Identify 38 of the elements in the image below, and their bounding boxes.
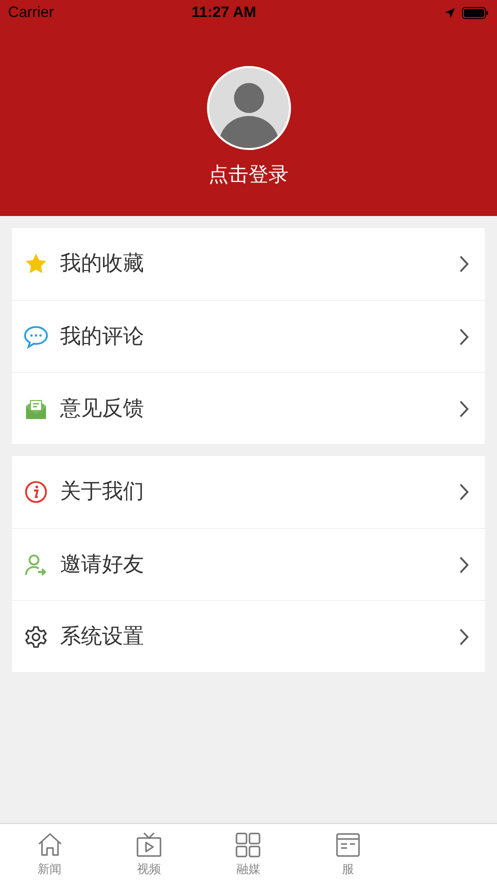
chevron-right-icon: [459, 400, 469, 418]
settings-icon: [24, 624, 48, 648]
chevron-right-icon: [459, 328, 469, 346]
status-time: 11:27 AM: [192, 2, 256, 23]
info-icon: [24, 480, 48, 504]
star-icon: [24, 252, 48, 276]
login-button[interactable]: 点击登录: [208, 160, 288, 190]
chevron-right-icon: [459, 483, 469, 501]
tab-item[interactable]: 新闻: [0, 824, 100, 883]
tab-item[interactable]: 视频: [99, 824, 199, 883]
tab-item[interactable]: 服: [298, 824, 398, 883]
chevron-right-icon: [459, 556, 469, 574]
grid-icon: [235, 832, 262, 858]
speech-bubble-icon: [23, 324, 49, 348]
menu-item[interactable]: 我的评论: [12, 300, 485, 372]
envelope-icon: [25, 398, 47, 420]
menu-item[interactable]: 邀请好友: [12, 528, 485, 600]
carrier-label: Carrier: [8, 2, 54, 23]
menu-item[interactable]: 意见反馈: [12, 372, 485, 444]
menu-item-label: 关于我们: [60, 479, 145, 506]
menu-item[interactable]: 我的收藏: [12, 228, 485, 300]
menu-item[interactable]: 关于我们: [12, 456, 485, 528]
location-icon: [444, 7, 456, 19]
tv-play-icon: [136, 832, 162, 858]
document-icon: [334, 832, 361, 858]
battery-icon: [462, 7, 489, 19]
menu-item-label: 我的收藏: [60, 251, 145, 278]
home-icon: [36, 832, 63, 858]
user-add-icon: [24, 552, 48, 576]
menu-item-label: 意见反馈: [60, 396, 145, 422]
chevron-right-icon: [459, 628, 469, 646]
menu-item[interactable]: 系统设置: [12, 600, 485, 672]
menu-item-label: 邀请好友: [60, 552, 145, 578]
menu-item-label: 我的评论: [60, 324, 145, 350]
tab-item[interactable]: 融媒: [198, 824, 298, 883]
avatar-icon[interactable]: [206, 66, 290, 150]
chevron-right-icon: [459, 255, 469, 273]
menu-item-label: 系统设置: [60, 624, 145, 650]
